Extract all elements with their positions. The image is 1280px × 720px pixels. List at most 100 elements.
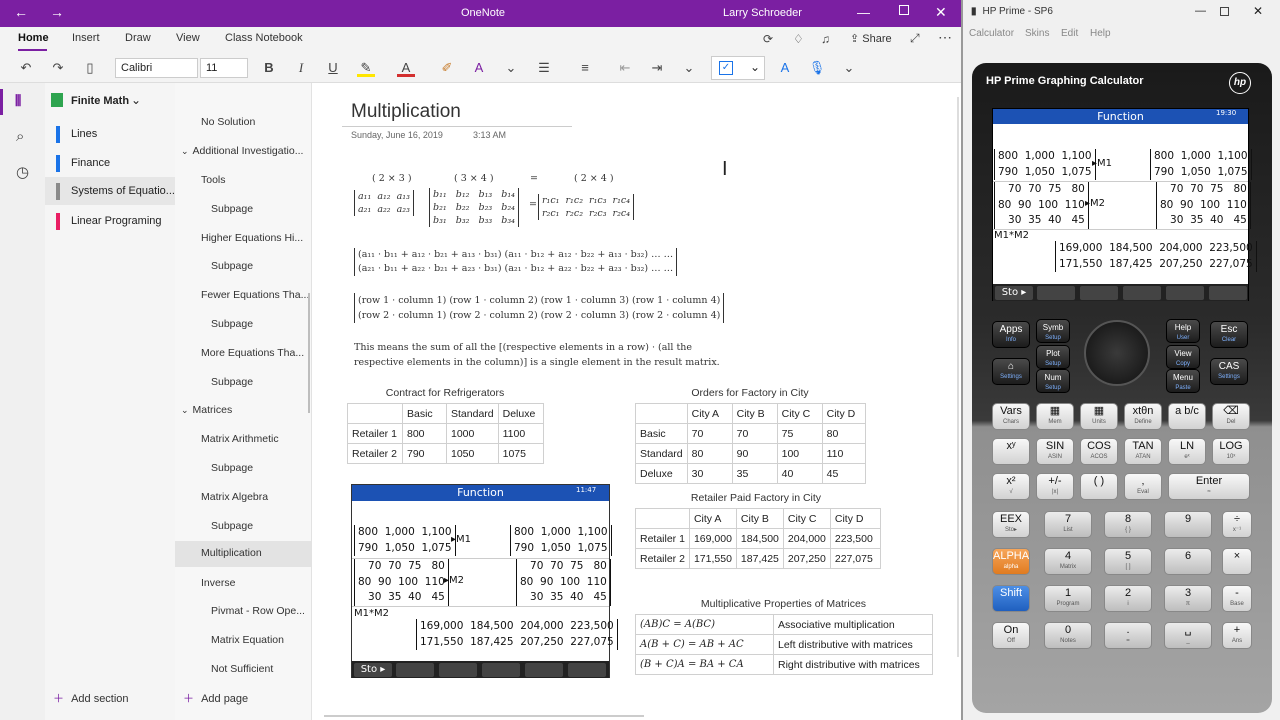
ln-key[interactable]: LN eˣ xyxy=(1168,438,1206,465)
font-color-icon[interactable]: A xyxy=(397,59,415,77)
menu-calculator[interactable]: Calculator xyxy=(969,28,1014,39)
backspace-key[interactable]: ⌫ Del xyxy=(1212,403,1250,430)
vertical-scrollbar[interactable] xyxy=(957,97,959,657)
user-name[interactable]: Larry Schroeder xyxy=(723,7,802,19)
page-matrix-equation[interactable]: Matrix Equation xyxy=(175,628,311,654)
tab-insert[interactable]: Insert xyxy=(72,32,100,44)
hp-screen[interactable]: Function 19:30 800 1,000 1,100 790 1,050 … xyxy=(992,108,1257,301)
page-title[interactable]: Multiplication xyxy=(351,101,461,123)
softkey[interactable] xyxy=(1166,286,1204,300)
add-section-button[interactable]: ＋ Add section xyxy=(53,690,129,706)
page-additional-investigations[interactable]: ⌄ Additional Investigatio... xyxy=(175,139,311,165)
outdent-icon[interactable]: ⇤ xyxy=(616,59,634,77)
minimize-icon[interactable]: — xyxy=(857,5,870,20)
symb-key[interactable]: Symb Setup xyxy=(1036,319,1070,343)
font-size-field[interactable]: 11 xyxy=(200,58,248,78)
page-fewer-equations[interactable]: Fewer Equations Tha... xyxy=(175,283,311,309)
alpha-key[interactable]: ALPHA alpha xyxy=(992,548,1030,575)
digit-8-key[interactable]: 8 { } xyxy=(1104,511,1152,538)
add-page-button[interactable]: ＋ Add page xyxy=(183,690,248,706)
section-lines[interactable]: Lines xyxy=(45,120,175,148)
num-key[interactable]: Num Setup xyxy=(1036,369,1070,393)
horizontal-scrollbar[interactable] xyxy=(324,715,644,717)
highlight-icon[interactable]: ✎ xyxy=(357,59,375,77)
menu-help[interactable]: Help xyxy=(1090,28,1111,39)
indent-icon[interactable]: ⇥ xyxy=(648,59,666,77)
page-subpage[interactable]: Subpage xyxy=(175,370,311,396)
log-key[interactable]: LOG 10ˣ xyxy=(1212,438,1250,465)
italic-icon[interactable]: I xyxy=(292,59,310,77)
format-painter-icon[interactable]: ✐ xyxy=(438,59,456,77)
page-subpage[interactable]: Subpage xyxy=(175,254,311,280)
eex-key[interactable]: EEX Sto▸ xyxy=(992,511,1030,538)
menu-edit[interactable]: Edit xyxy=(1061,28,1078,39)
digit-9-key[interactable]: 9 xyxy=(1164,511,1212,538)
chevron-down-icon[interactable]: ⌄ xyxy=(181,146,189,156)
chevron-down-icon[interactable]: ⌄ xyxy=(502,59,520,77)
undo-icon[interactable]: ↶ xyxy=(17,59,35,77)
bullets-icon[interactable]: ☰ xyxy=(535,59,553,77)
xttheta-key[interactable]: xtθn Define xyxy=(1124,403,1162,430)
page-subpage[interactable]: Subpage xyxy=(175,312,311,338)
page-matrix-arithmetic[interactable]: Matrix Arithmetic xyxy=(175,427,311,453)
clipboard-icon[interactable]: ▯ xyxy=(81,59,99,77)
page-list-scrollbar[interactable] xyxy=(308,293,310,413)
digit-5-key[interactable]: 5 [ ] xyxy=(1104,548,1152,575)
digit-0-key[interactable]: 0 Notes xyxy=(1044,622,1092,649)
square-key[interactable]: x² √ xyxy=(992,473,1030,500)
tab-home[interactable]: Home xyxy=(18,32,49,44)
decimal-key[interactable]: . = xyxy=(1104,622,1152,649)
page-tools[interactable]: Tools xyxy=(175,168,311,194)
page-matrix-algebra[interactable]: Matrix Algebra xyxy=(175,485,311,511)
todo-tag-button[interactable]: ✓ ⌄ xyxy=(711,56,765,80)
mem-key[interactable]: ▦ Mem xyxy=(1036,403,1074,430)
space-key[interactable]: ␣ _ xyxy=(1164,622,1212,649)
section-linear-programing[interactable]: Linear Programing xyxy=(45,207,175,235)
digit-1-key[interactable]: 1 Program xyxy=(1044,585,1092,612)
clear-format-icon[interactable]: A xyxy=(470,59,488,77)
sync-icon[interactable]: ⟳ xyxy=(763,32,773,46)
section-finance[interactable]: Finance xyxy=(45,149,175,177)
notebook-name[interactable]: Finite Math xyxy=(71,95,129,107)
lightbulb-icon[interactable]: ♢ xyxy=(793,32,804,46)
page-matrices[interactable]: ⌄ Matrices xyxy=(175,398,311,424)
chevron-down-icon[interactable]: ⌄ xyxy=(181,405,189,415)
comma-key[interactable]: ‚ Eval xyxy=(1124,473,1162,500)
page-canvas[interactable]: Multiplication Sunday, June 16, 2019 3:1… xyxy=(312,83,961,720)
styles-icon[interactable]: A xyxy=(776,59,794,77)
multiply-key[interactable]: × xyxy=(1222,548,1252,575)
maximize-icon[interactable] xyxy=(1220,7,1229,16)
tab-draw[interactable]: Draw xyxy=(125,32,151,44)
digit-7-key[interactable]: 7 List xyxy=(1044,511,1092,538)
more-options-icon[interactable]: ⋯ xyxy=(938,29,952,46)
view-key[interactable]: View Copy xyxy=(1166,345,1200,369)
numbering-icon[interactable]: ≡ xyxy=(576,59,594,77)
page-no-solution[interactable]: No Solution xyxy=(175,110,311,136)
page-subpage[interactable]: Subpage xyxy=(175,514,311,540)
digit-4-key[interactable]: 4 Matrix xyxy=(1044,548,1092,575)
softkey[interactable] xyxy=(1209,286,1247,300)
on-key[interactable]: On Off xyxy=(992,622,1030,649)
page-more-equations[interactable]: More Equations Tha... xyxy=(175,341,311,367)
menu-skins[interactable]: Skins xyxy=(1025,28,1049,39)
digit-2-key[interactable]: 2i xyxy=(1104,585,1152,612)
softkey[interactable] xyxy=(1080,286,1118,300)
page-multiplication[interactable]: Multiplication xyxy=(175,541,311,567)
share-button[interactable]: ⇪ Share xyxy=(850,32,892,45)
digit-3-key[interactable]: 3π xyxy=(1164,585,1212,612)
directional-pad[interactable] xyxy=(1084,320,1150,386)
cas-key[interactable]: CAS Settings xyxy=(1210,358,1248,385)
chevron-down-icon[interactable]: ⌄ xyxy=(131,93,141,107)
section-systems-of-equations[interactable]: Systems of Equatio... xyxy=(45,177,175,205)
digit-6-key[interactable]: 6 xyxy=(1164,548,1212,575)
close-icon[interactable]: ✕ xyxy=(1253,4,1263,18)
redo-icon[interactable]: ↷ xyxy=(49,59,67,77)
menu-key[interactable]: Menu Paste xyxy=(1166,369,1200,393)
tan-key[interactable]: TAN ATAN xyxy=(1124,438,1162,465)
page-higher-equations[interactable]: Higher Equations Hi... xyxy=(175,226,311,252)
underline-icon[interactable]: U xyxy=(324,59,342,77)
tab-class-notebook[interactable]: Class Notebook xyxy=(225,32,303,44)
search-icon[interactable]: ⌕ xyxy=(16,128,24,145)
cos-key[interactable]: COS ACOS xyxy=(1080,438,1118,465)
forward-arrow-icon[interactable]: → xyxy=(50,4,64,20)
